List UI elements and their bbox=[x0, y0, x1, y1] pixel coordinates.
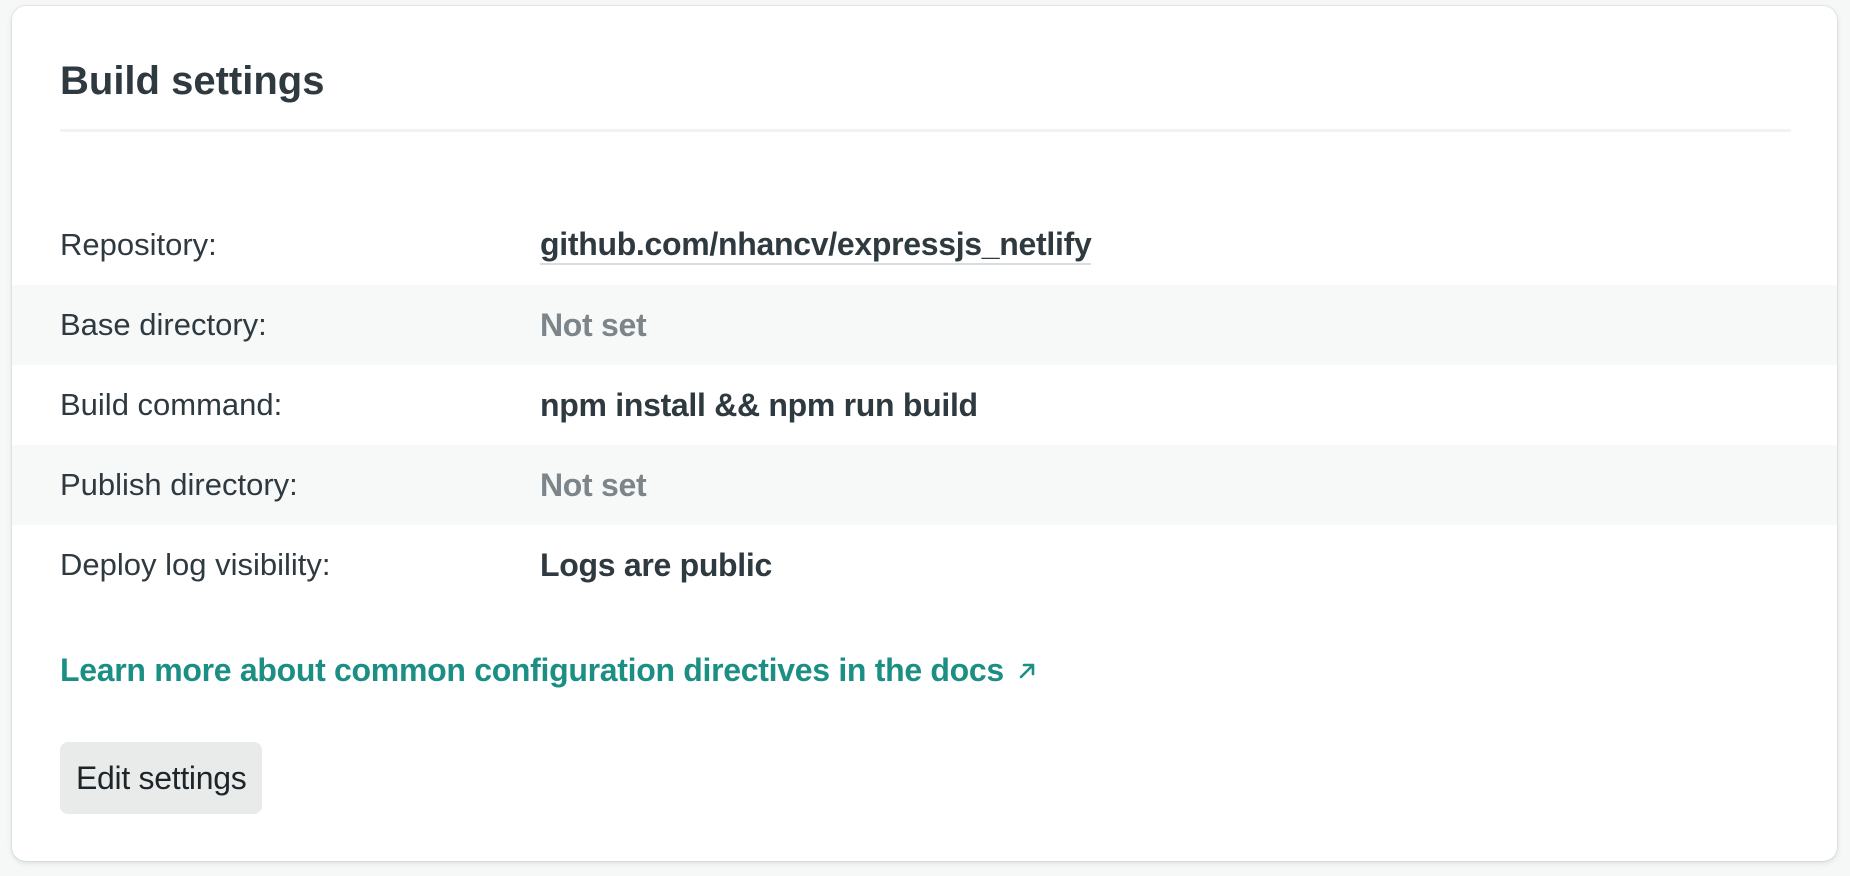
setting-value: Not set bbox=[540, 466, 647, 503]
repository-link[interactable]: github.com/nhancv/expressjs_netlify bbox=[540, 225, 1092, 265]
setting-row-publish-directory: Publish directory: Not set bbox=[12, 445, 1837, 525]
setting-label: Deploy log visibility: bbox=[60, 547, 331, 582]
setting-value: npm install && npm run build bbox=[540, 386, 978, 423]
setting-row-build-command: Build command: npm install && npm run bu… bbox=[12, 365, 1837, 445]
setting-value: Logs are public bbox=[540, 546, 772, 583]
setting-value: Not set bbox=[540, 306, 647, 343]
setting-row-deploy-log-visibility: Deploy log visibility: Logs are public bbox=[12, 525, 1837, 605]
settings-list: Repository: github.com/nhancv/expressjs_… bbox=[12, 205, 1837, 605]
card-title: Build settings bbox=[60, 59, 325, 103]
setting-label: Repository: bbox=[60, 227, 217, 262]
external-arrow-icon bbox=[1019, 663, 1035, 678]
setting-label: Build command: bbox=[60, 387, 283, 422]
build-settings-card: Build settings Repository: github.com/nh… bbox=[12, 6, 1837, 861]
edit-settings-button[interactable]: Edit settings bbox=[60, 742, 263, 814]
docs-link[interactable]: Learn more about common configuration di… bbox=[60, 652, 1038, 689]
setting-row-repository: Repository: github.com/nhancv/expressjs_… bbox=[12, 205, 1837, 285]
setting-label: Publish directory: bbox=[60, 467, 298, 502]
setting-row-base-directory: Base directory: Not set bbox=[12, 285, 1837, 365]
title-divider bbox=[60, 129, 1791, 132]
setting-label: Base directory: bbox=[60, 307, 267, 342]
docs-link-label: Learn more about common configuration di… bbox=[60, 652, 1004, 688]
